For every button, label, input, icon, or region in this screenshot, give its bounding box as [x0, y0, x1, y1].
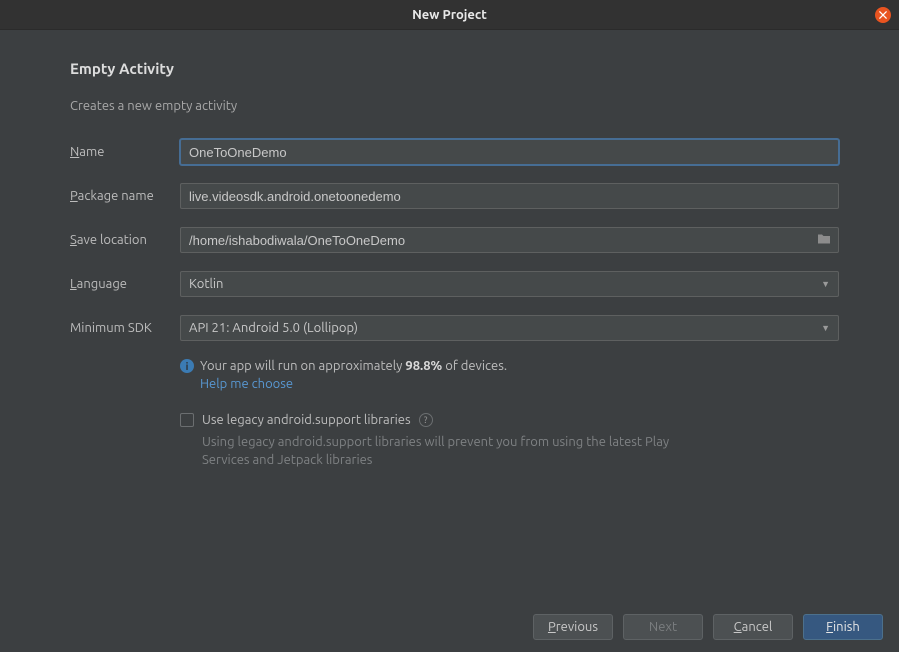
save-location-input[interactable]	[180, 227, 839, 253]
device-coverage-text: Your app will run on approximately 98.8%…	[200, 359, 507, 373]
help-icon[interactable]: ?	[419, 413, 433, 427]
name-input[interactable]	[180, 139, 839, 165]
footer-buttons: Previous Next Cancel Finish	[533, 614, 883, 640]
minsdk-select[interactable]: API 21: Android 5.0 (Lollipop) ▼	[180, 315, 839, 341]
next-button: Next	[623, 614, 703, 640]
window-title: New Project	[412, 8, 487, 22]
titlebar: New Project	[0, 0, 899, 30]
minsdk-label: Minimum SDK	[70, 321, 180, 335]
legacy-desc: Using legacy android.support libraries w…	[202, 433, 702, 469]
legacy-checkbox-label: Use legacy android.support libraries	[202, 413, 411, 427]
language-select[interactable]: Kotlin ▼	[180, 271, 839, 297]
minsdk-value: API 21: Android 5.0 (Lollipop)	[189, 321, 358, 335]
cancel-button[interactable]: Cancel	[713, 614, 793, 640]
page-heading: Empty Activity	[70, 60, 839, 77]
finish-button[interactable]: Finish	[803, 614, 883, 640]
page-subheading: Creates a new empty activity	[70, 99, 839, 113]
previous-button[interactable]: Previous	[533, 614, 613, 640]
chevron-down-icon: ▼	[821, 323, 830, 333]
language-value: Kotlin	[189, 277, 223, 291]
legacy-checkbox[interactable]	[180, 413, 194, 427]
name-label: Name	[70, 145, 180, 159]
info-icon: i	[180, 359, 194, 373]
chevron-down-icon: ▼	[821, 279, 830, 289]
package-input[interactable]	[180, 183, 839, 209]
close-icon[interactable]	[875, 7, 891, 23]
save-label: Save location	[70, 233, 180, 247]
help-me-choose-link[interactable]: Help me choose	[200, 377, 293, 391]
language-label: Language	[70, 277, 180, 291]
package-label: Package name	[70, 189, 180, 203]
